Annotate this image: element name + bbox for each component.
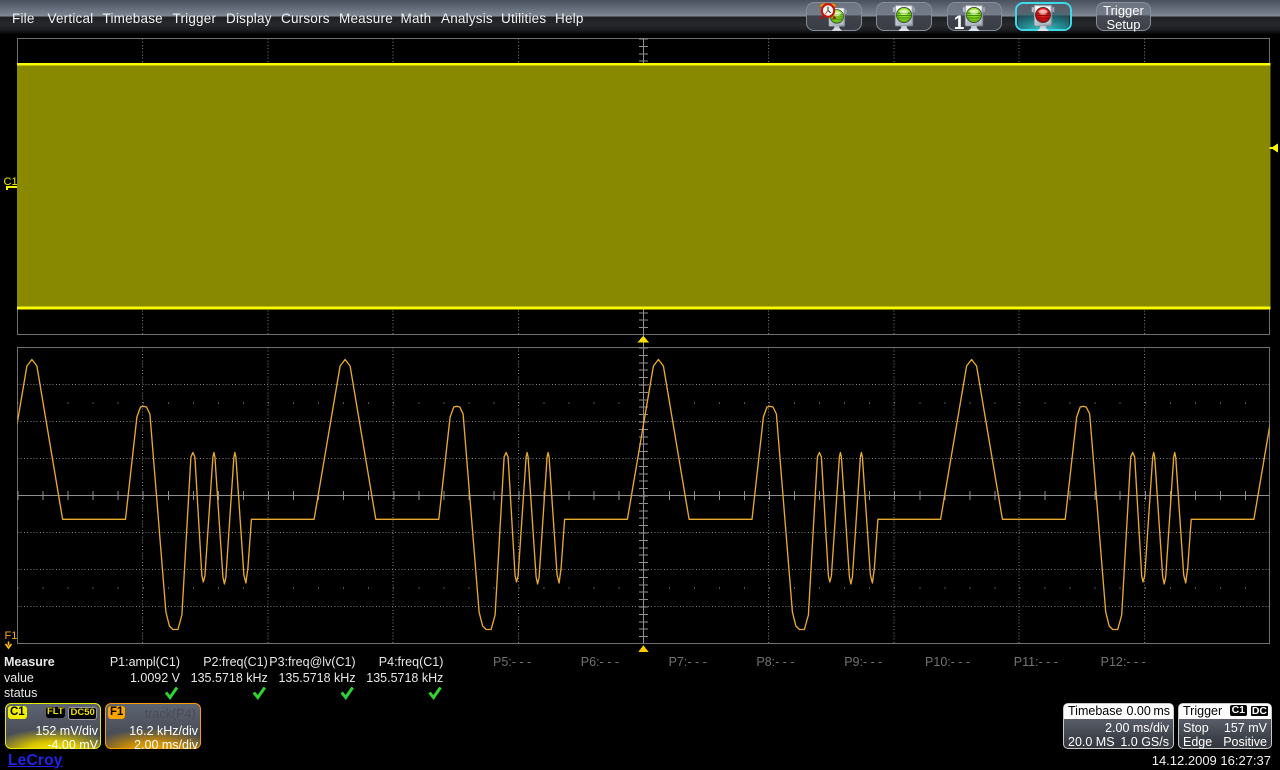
svg-text:1: 1	[954, 13, 965, 34]
